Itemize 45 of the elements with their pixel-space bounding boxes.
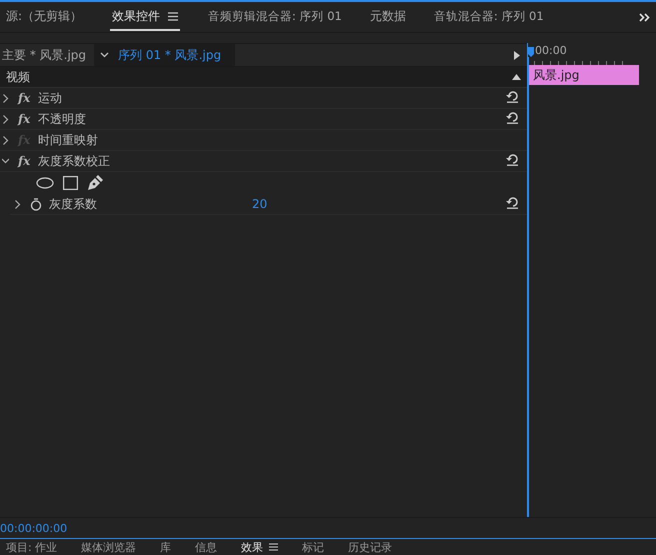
panel-tab[interactable]: 源:（无剪辑） xyxy=(6,4,82,30)
panel-tab[interactable]: 信息 xyxy=(195,540,218,554)
panel-tab[interactable]: 音频剪辑混合器: 序列 01 xyxy=(208,4,342,30)
reset-icon[interactable] xyxy=(506,154,519,166)
panel-tab[interactable]: 媒体浏览器 xyxy=(81,540,136,554)
master-clip-label: 主要 * 风景.jpg xyxy=(1,46,88,64)
panel-tab[interactable]: 效果 xyxy=(241,540,278,554)
panel-tab[interactable]: 项目: 作业 xyxy=(6,540,58,554)
panel-tab[interactable]: 音轨混合器: 序列 01 xyxy=(434,4,544,30)
chevron-icon[interactable] xyxy=(2,94,9,102)
effect-name: 不透明度 xyxy=(38,110,86,128)
effect-name: 时间重映射 xyxy=(38,132,98,148)
section-header[interactable]: 视频 xyxy=(0,67,527,88)
panel-tab[interactable]: 库 xyxy=(160,540,172,554)
collapse-icon[interactable] xyxy=(512,74,521,80)
stopwatch-icon[interactable] xyxy=(30,198,42,210)
reset-icon[interactable] xyxy=(506,197,519,209)
rectangle-mask-icon[interactable] xyxy=(63,176,78,190)
effect-name: 运动 xyxy=(38,90,62,106)
panel-tab[interactable]: 标记 xyxy=(302,540,324,554)
property-value[interactable]: 20 xyxy=(252,197,268,211)
timeline-clip[interactable]: 风景.jpg xyxy=(528,65,639,85)
fx-toggle[interactable]: fx xyxy=(18,91,38,105)
overflow-icon[interactable] xyxy=(639,13,650,22)
panel-tab[interactable]: 效果控件 xyxy=(110,4,180,30)
effect-name: 灰度系数校正 xyxy=(38,152,110,170)
chevron-icon[interactable] xyxy=(14,200,21,208)
timecode[interactable]: 00:00:00:00 xyxy=(0,522,68,534)
fx-toggle[interactable]: fx xyxy=(18,154,38,168)
menu-icon[interactable] xyxy=(168,12,178,20)
sequence-clip-dropdown[interactable]: 序列 01 * 风景.jpg xyxy=(94,44,236,66)
dropdown-caret-icon[interactable] xyxy=(100,52,109,58)
reset-icon[interactable] xyxy=(506,112,519,124)
menu-icon[interactable] xyxy=(269,543,278,551)
chevron-icon[interactable] xyxy=(2,156,9,166)
pen-icon[interactable] xyxy=(87,175,103,191)
ellipse-mask-icon[interactable] xyxy=(36,177,54,189)
panel-tab[interactable]: 历史记录 xyxy=(348,540,392,554)
property-name: 灰度系数 xyxy=(49,196,98,212)
play-icon[interactable] xyxy=(514,50,520,60)
time-ruler[interactable]: 00:00 xyxy=(528,43,656,65)
panel-tab[interactable]: 元数据 xyxy=(370,4,406,30)
reset-icon[interactable] xyxy=(506,91,519,103)
chevron-icon[interactable] xyxy=(2,114,9,124)
fx-toggle[interactable]: fx xyxy=(18,112,38,126)
